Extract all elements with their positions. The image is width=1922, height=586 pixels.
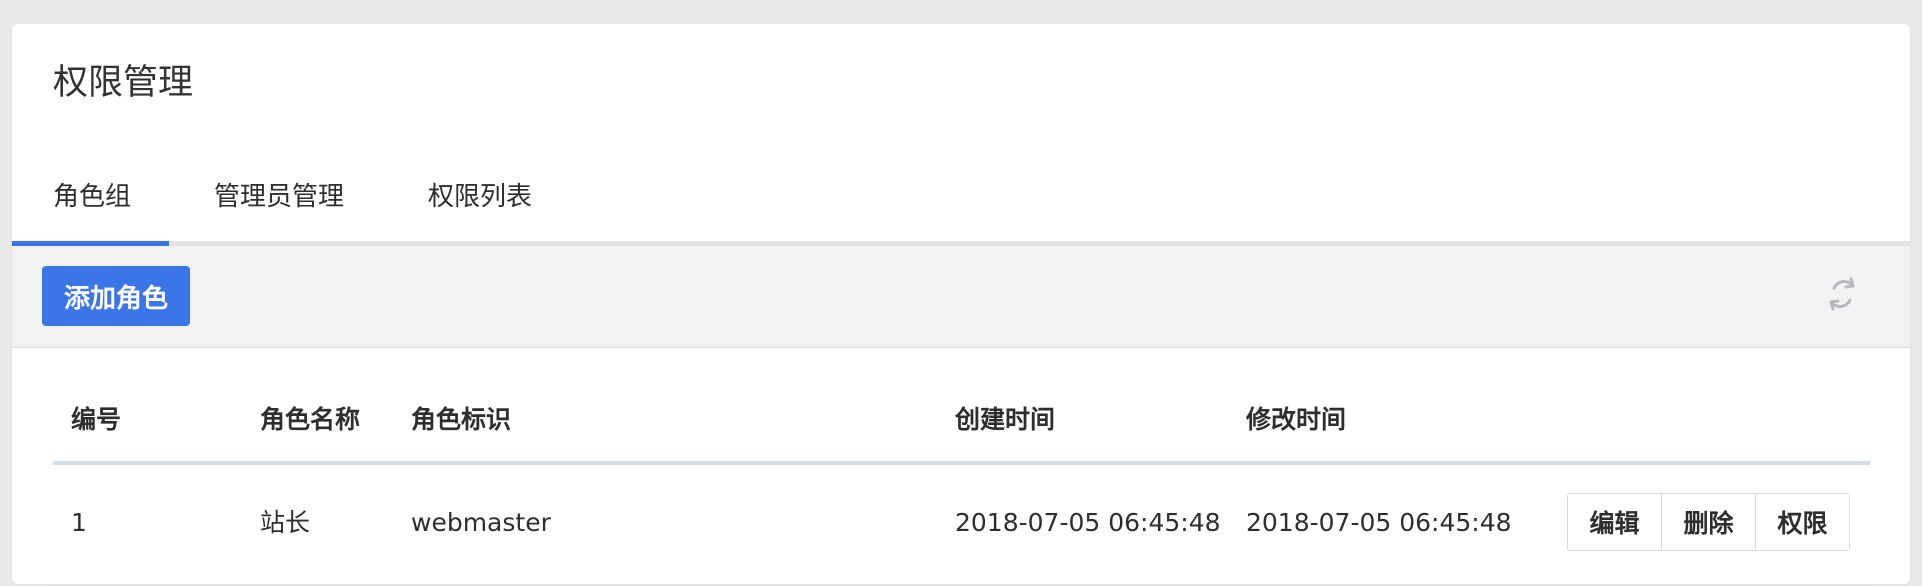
toolbar: 添加角色: [12, 246, 1910, 348]
row-role-name: 站长: [260, 508, 311, 537]
header-role-identifier: 角色标识: [411, 405, 512, 434]
tab-role-group[interactable]: 角色组: [53, 184, 131, 210]
table-header: 编号 角色名称 角色标识 创建时间 修改时间: [53, 383, 1870, 465]
header-created-time: 创建时间: [955, 405, 1056, 434]
refresh-icon[interactable]: [1822, 274, 1862, 314]
table-row: 1 站长 webmaster 2018-07-05 06:45:48 2018-…: [53, 465, 1870, 586]
tab-admin-management[interactable]: 管理员管理: [214, 184, 344, 210]
permissions-button[interactable]: 权限: [1755, 494, 1849, 550]
row-action-group: 编辑 删除 权限: [1567, 493, 1850, 551]
page-title: 权限管理: [53, 63, 194, 103]
header-role-name: 角色名称: [260, 405, 361, 434]
header-updated-time: 修改时间: [1246, 405, 1347, 434]
header-id: 编号: [71, 405, 122, 434]
permission-management-card: 权限管理 角色组 管理员管理 权限列表 添加角色 编号 角色名称 角色标识 创建…: [12, 24, 1910, 586]
row-created-time: 2018-07-05 06:45:48: [955, 508, 1221, 537]
tab-permission-list[interactable]: 权限列表: [428, 184, 532, 210]
row-updated-time: 2018-07-05 06:45:48: [1246, 508, 1512, 537]
row-id: 1: [71, 508, 87, 537]
tab-bar: 角色组 管理员管理 权限列表: [12, 154, 1910, 246]
edit-button[interactable]: 编辑: [1568, 494, 1661, 550]
role-table: 编号 角色名称 角色标识 创建时间 修改时间 1 站长 webmaster 20…: [53, 383, 1870, 586]
row-role-identifier: webmaster: [411, 508, 551, 537]
delete-button[interactable]: 删除: [1661, 494, 1755, 550]
add-role-button[interactable]: 添加角色: [42, 266, 190, 326]
